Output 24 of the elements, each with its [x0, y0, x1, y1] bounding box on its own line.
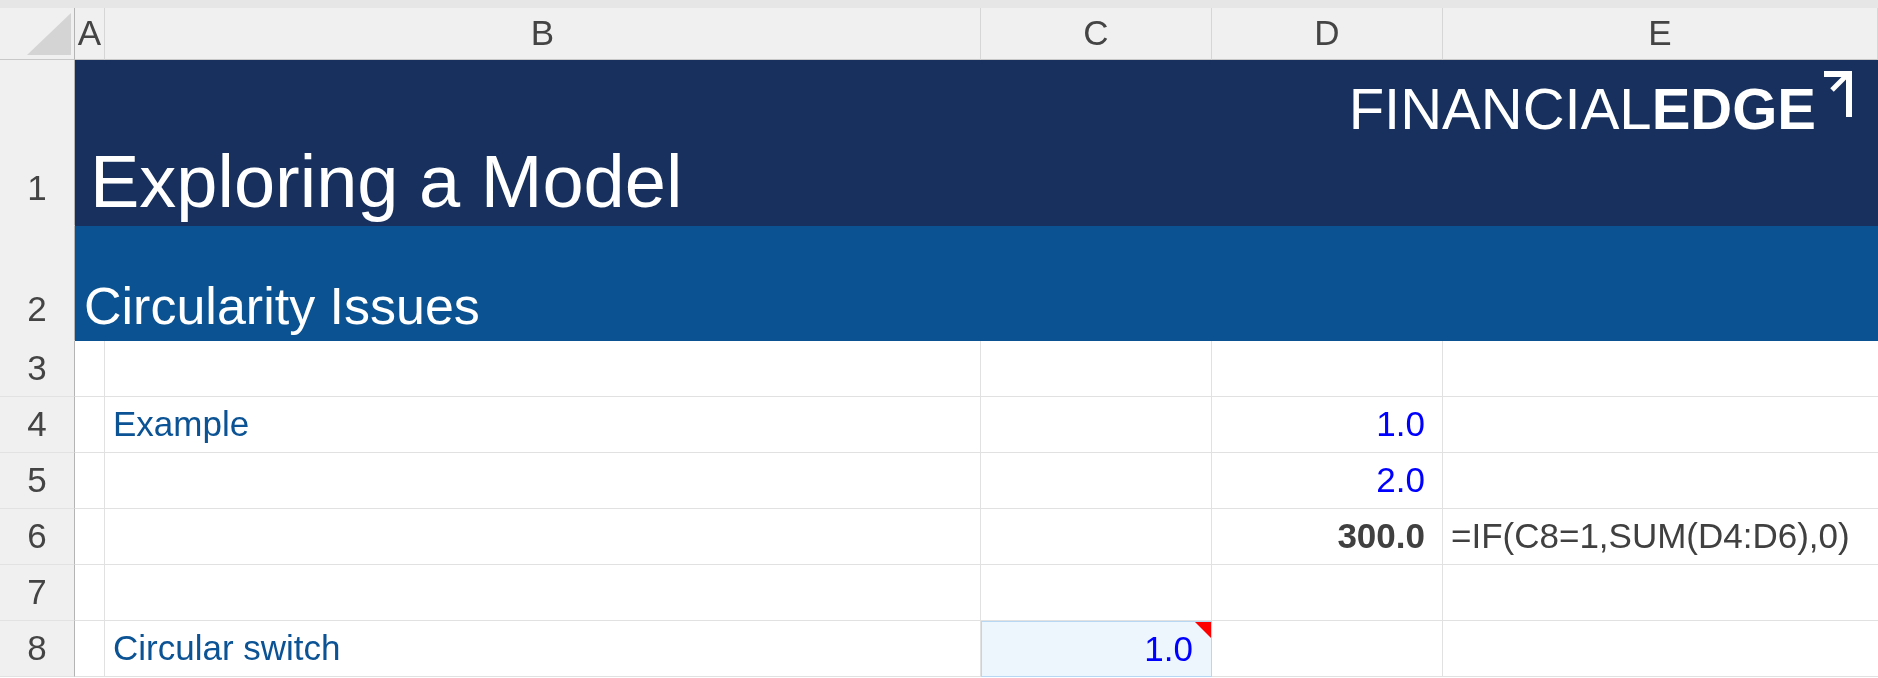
switch-input-cell[interactable]: 1.0 [981, 621, 1212, 677]
logo-wordmark: FINANCIALEDGE [1348, 80, 1816, 138]
select-all-button[interactable] [0, 8, 75, 60]
row-header[interactable]: 5 [0, 453, 75, 509]
row-header[interactable]: 3 [0, 341, 75, 397]
triangle-icon [27, 13, 71, 55]
column-header[interactable]: D [1212, 8, 1443, 60]
column-header[interactable]: C [981, 8, 1212, 60]
row-header[interactable]: 2 [0, 226, 75, 341]
row-header[interactable]: 7 [0, 565, 75, 621]
column-header[interactable]: B [105, 8, 981, 60]
row-label: Example [113, 404, 250, 445]
corner-arrow-icon [1824, 71, 1852, 117]
row-header[interactable]: 6 [0, 509, 75, 565]
row-header[interactable]: 4 [0, 397, 75, 453]
column-header[interactable]: E [1443, 8, 1878, 60]
input-value: 1.0 [1376, 404, 1425, 445]
row-header[interactable]: 8 [0, 621, 75, 677]
formula-text: =IF(C8=1,SUM(D4:D6),0) [1451, 516, 1850, 557]
column-header[interactable]: A [75, 8, 105, 60]
row-label: Circular switch [113, 628, 341, 669]
input-value: 2.0 [1376, 460, 1425, 501]
row-header[interactable]: 1 [0, 60, 75, 226]
calculated-value: 300.0 [1337, 516, 1425, 557]
